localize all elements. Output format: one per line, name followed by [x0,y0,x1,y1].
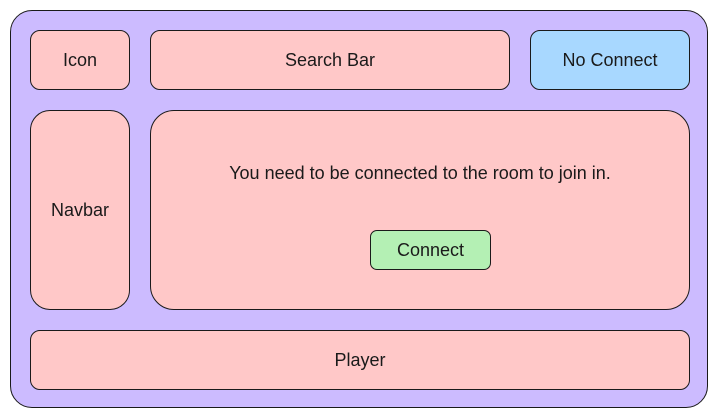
search-bar[interactable]: Search Bar [150,30,510,90]
connection-required-message: You need to be connected to the room to … [229,163,611,183]
player-bar[interactable]: Player [30,330,690,390]
main-content-panel: You need to be connected to the room to … [150,110,690,310]
app-icon-label: Icon [62,49,98,70]
search-bar-label: Search Bar [284,49,376,70]
navbar[interactable]: Navbar [30,110,130,310]
connection-status-label: No Connect [562,49,658,70]
player-label: Player [334,349,386,370]
navbar-label: Navbar [50,199,110,220]
connect-button[interactable]: Connect [370,230,491,270]
app-icon[interactable]: Icon [30,30,130,90]
connection-status-badge: No Connect [530,30,690,90]
